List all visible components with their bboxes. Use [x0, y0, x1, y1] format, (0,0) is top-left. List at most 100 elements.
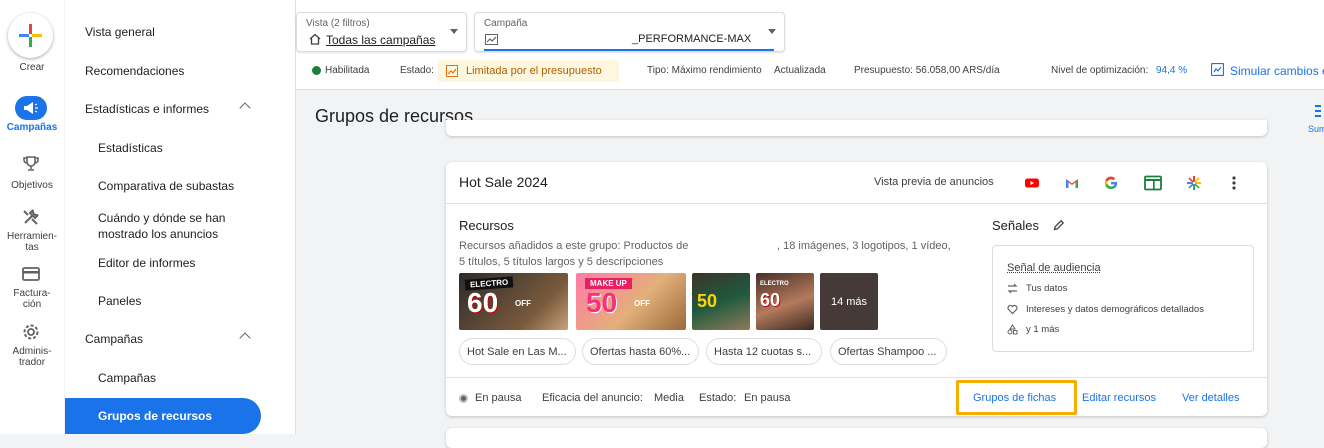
chevron-up-icon: [239, 102, 250, 113]
image-asset-thumbnail[interactable]: ELECTRO 60: [756, 273, 814, 330]
sidebar-item-recommendations[interactable]: Recomendaciones: [65, 53, 261, 89]
asset-group-card-previous: [446, 120, 1267, 136]
ad-preview-label: Vista previa de anuncios: [874, 176, 994, 188]
view-details-link[interactable]: Ver detalles: [1182, 392, 1239, 404]
card-header: Hot Sale 2024 Vista previa de anuncios: [446, 162, 1267, 204]
rail-label-campaigns: Campañas: [0, 123, 64, 133]
listing-groups-link[interactable]: Grupos de fichas: [973, 392, 1056, 404]
sidebar-item-label: mostrado los anuncios: [98, 226, 218, 242]
sidebar-item-campaigns[interactable]: Campañas: [65, 360, 261, 396]
dropdown-arrow-icon: [450, 29, 458, 34]
sidebar-item-asset-groups[interactable]: Grupos de recursos: [65, 398, 261, 434]
youtube-icon[interactable]: [1024, 175, 1040, 191]
left-rail: Crear Campañas Objetivos Herramien- tas …: [0, 0, 64, 434]
signal-row: y 1 más: [1007, 324, 1059, 335]
thumb-big: 50: [697, 291, 717, 312]
updated-label: Actualizada: [774, 65, 826, 76]
credit-card-icon: [16, 262, 46, 286]
view-filter-value: Todas las campañas: [326, 33, 435, 47]
thumb-suffix: OFF: [634, 299, 650, 308]
dropdown-arrow-icon: [768, 29, 776, 34]
footer-status-label: Estado:: [699, 392, 736, 404]
gear-icon: [16, 320, 46, 344]
audience-signal-link[interactable]: Señal de audiencia: [1007, 262, 1101, 274]
asset-group-card: Hot Sale 2024 Vista previa de anuncios R…: [446, 162, 1267, 416]
signal-row-label: Intereses y datos demográficos detallado…: [1026, 304, 1204, 315]
tools-icon: [16, 205, 46, 229]
sidebar: Vista general Recomendaciones Estadístic…: [65, 0, 296, 434]
sidebar-item-auction-insights[interactable]: Comparativa de subastas: [65, 168, 261, 204]
optimization-score[interactable]: 94,4 %: [1156, 65, 1187, 76]
sidebar-item-insights[interactable]: Estadísticas: [65, 130, 261, 166]
view-filter-dropdown[interactable]: Vista (2 filtros) Todas las campañas: [296, 12, 467, 52]
estado-label: Estado:: [400, 65, 434, 76]
thumb-big: 60: [760, 290, 780, 311]
paused-status-icon: [459, 394, 468, 403]
sidebar-section-label: Campañas: [85, 332, 143, 346]
headline-chip[interactable]: Ofertas Shampoo ...: [830, 338, 947, 365]
rail-label-admin-1: Adminis-: [0, 347, 64, 357]
rail-label-billing-2: ción: [0, 300, 64, 310]
sidebar-item-overview[interactable]: Vista general: [65, 14, 261, 50]
right-panel-toggle[interactable]: Sum: [1315, 104, 1324, 134]
campaign-caption: Campaña: [484, 18, 527, 29]
resources-description-line2: 5 títulos, 5 títulos largos y 5 descripc…: [459, 256, 663, 268]
view-filter-caption: Vista (2 filtros): [306, 18, 370, 29]
paused-status: En pausa: [475, 392, 521, 404]
resources-description-line1b: , 18 imágenes, 3 logotipos, 1 vídeo,: [777, 240, 951, 252]
headline-chip[interactable]: Ofertas hasta 60%...: [582, 338, 699, 365]
megaphone-icon: [15, 96, 47, 120]
rail-label-admin-2: trador: [0, 358, 64, 368]
sidebar-section-campaigns[interactable]: Campañas: [65, 321, 261, 357]
status-enabled: Habilitada: [325, 65, 369, 76]
signals-title: Señales: [992, 218, 1039, 233]
gmail-icon[interactable]: [1064, 175, 1080, 191]
thumb-tag: ELECTRO: [760, 281, 789, 287]
rail-label-tools-2: tas: [0, 243, 64, 253]
sidebar-section-insights[interactable]: Estadísticas e informes: [65, 91, 261, 127]
heart-icon: [1007, 304, 1018, 315]
resources-title: Recursos: [459, 218, 514, 233]
google-icon[interactable]: [1103, 175, 1119, 191]
more-images-thumbnail[interactable]: 14 más: [820, 273, 878, 330]
list-icon: [1315, 105, 1321, 117]
sidebar-item-dashboards[interactable]: Paneles: [65, 283, 261, 319]
swap-icon: [1007, 283, 1018, 294]
chevron-up-icon: [239, 332, 250, 343]
display-network-icon[interactable]: [1144, 175, 1162, 191]
headline-chip[interactable]: Hot Sale en Las M...: [459, 338, 576, 365]
headline-chip[interactable]: Hasta 12 cuotas s...: [706, 338, 822, 365]
top-bar: Vista (2 filtros) Todas las campañas Cam…: [296, 0, 1324, 90]
more-vert-icon[interactable]: [1231, 175, 1237, 191]
focus-underline: [484, 49, 774, 51]
ad-strength-value: Media: [654, 392, 684, 404]
estado-badge[interactable]: Limitada por el presupuesto: [438, 60, 619, 82]
footer-status-value: En pausa: [744, 392, 790, 404]
main-area: Vista (2 filtros) Todas las campañas Cam…: [296, 0, 1324, 434]
create-button[interactable]: [8, 13, 53, 58]
more-images-label: 14 más: [820, 273, 878, 330]
signal-row: Tus datos: [1007, 283, 1067, 294]
limited-chart-icon: [446, 65, 458, 77]
simulate-link[interactable]: Simular cambios e: [1230, 64, 1324, 78]
image-asset-thumbnail[interactable]: 50: [692, 273, 750, 330]
asset-group-card-next: [446, 428, 1267, 448]
rail-label-billing-1: Factura-: [0, 289, 64, 299]
image-asset-thumbnail[interactable]: ELECTRO 60 OFF: [459, 273, 568, 330]
sidebar-item-report-editor[interactable]: Editor de informes: [65, 245, 261, 281]
discover-icon[interactable]: [1186, 175, 1202, 191]
campaign-type: Tipo: Máximo rendimiento: [647, 65, 762, 76]
image-asset-thumbnail[interactable]: MAKE UP 50 OFF: [576, 273, 686, 330]
simulate-icon: [1211, 63, 1224, 76]
asset-group-title[interactable]: Hot Sale 2024: [459, 174, 548, 190]
resources-desc-part: Recursos añadidos a este grupo: Producto…: [459, 240, 688, 252]
sidebar-item-when-where[interactable]: Cuándo y dónde se han mostrado los anunc…: [65, 206, 261, 246]
edit-assets-link[interactable]: Editar recursos: [1082, 392, 1156, 404]
sidebar-section-label: Estadísticas e informes: [85, 102, 209, 116]
status-dot: [312, 66, 321, 75]
campaign-dropdown[interactable]: Campaña _PERFORMANCE-MAX: [474, 12, 785, 52]
optimization-label: Nivel de optimización:: [1051, 65, 1148, 76]
rail-label-tools-1: Herramien-: [0, 232, 64, 242]
trophy-icon: [16, 152, 46, 176]
edit-pencil-icon[interactable]: [1053, 219, 1065, 231]
